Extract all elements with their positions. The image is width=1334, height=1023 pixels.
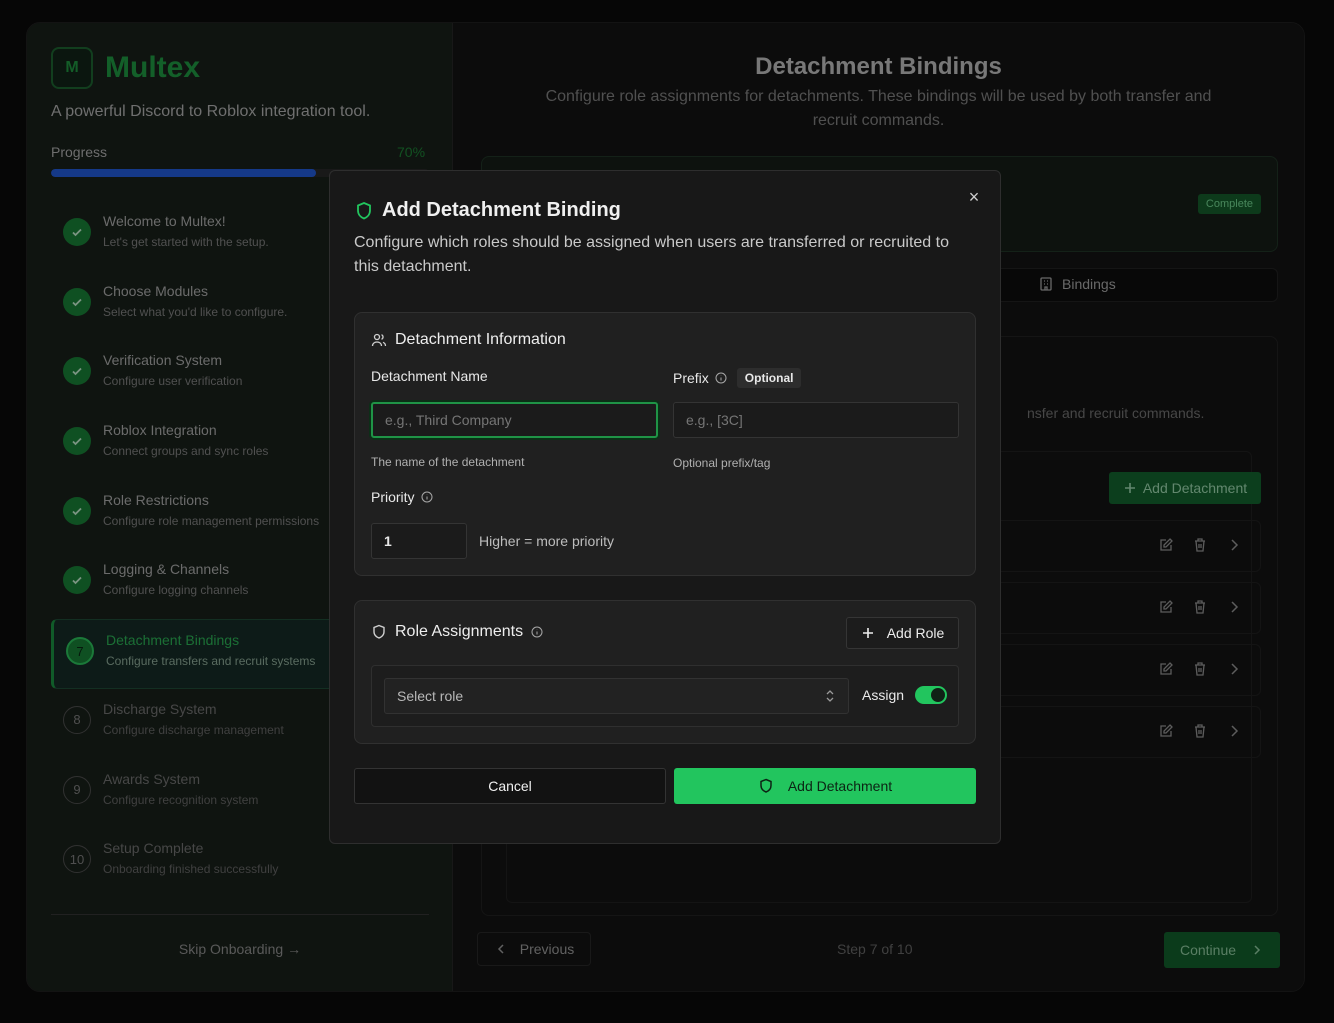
info-icon[interactable]: [531, 626, 543, 638]
plus-icon: [862, 628, 873, 638]
section-heading-text: Role Assignments: [395, 623, 524, 640]
section-heading-text: Detachment Information: [395, 331, 566, 348]
dialog-title: Add Detachment Binding: [354, 199, 621, 222]
users-icon: [371, 333, 387, 347]
dialog-title-text: Add Detachment Binding: [382, 199, 621, 221]
prefix-help: Optional prefix/tag: [673, 456, 771, 470]
add-detachment-submit-label: Add Detachment: [787, 778, 893, 794]
close-button[interactable]: ×: [964, 187, 984, 207]
priority-input[interactable]: 1: [371, 523, 467, 559]
role-assignments-section: Role Assignments Add Role Select role As…: [354, 600, 976, 744]
detachment-name-input[interactable]: [371, 402, 658, 438]
info-icon[interactable]: [715, 372, 727, 384]
priority-help: Higher = more priority: [479, 533, 614, 549]
shield-icon: [357, 201, 371, 219]
prefix-label-text: Prefix: [673, 370, 709, 386]
chevrons-up-down-icon: [826, 690, 834, 702]
role-select-value: Select role: [397, 688, 464, 704]
add-role-button[interactable]: Add Role: [846, 617, 959, 649]
priority-label: Priority: [371, 489, 433, 505]
role-assignment-row: Select role Assign: [371, 665, 959, 727]
role-select[interactable]: Select role: [384, 678, 849, 714]
toggle-knob: [931, 688, 945, 702]
prefix-input[interactable]: [673, 402, 959, 438]
optional-badge: Optional: [736, 368, 802, 388]
section-heading: Detachment Information: [371, 331, 566, 349]
cancel-button[interactable]: Cancel: [354, 768, 666, 804]
detachment-name-help: The name of the detachment: [371, 455, 525, 469]
prefix-label: Prefix Optional: [673, 368, 802, 388]
add-detachment-submit-button[interactable]: Add Detachment: [674, 768, 976, 804]
dialog-description: Configure which roles should be assigned…: [354, 234, 949, 275]
info-icon[interactable]: [421, 491, 433, 503]
assign-label: Assign: [862, 687, 905, 703]
add-role-label: Add Role: [886, 625, 945, 641]
detachment-information-section: Detachment Information Detachment Name T…: [354, 312, 976, 576]
detachment-name-label: Detachment Name: [371, 368, 488, 384]
add-detachment-dialog: × Add Detachment Binding Configure which…: [329, 170, 1001, 844]
shield-icon: [760, 778, 772, 793]
section-heading: Role Assignments: [371, 623, 543, 641]
priority-label-text: Priority: [371, 489, 415, 505]
shield-icon: [373, 624, 385, 639]
assign-toggle[interactable]: [915, 686, 947, 704]
